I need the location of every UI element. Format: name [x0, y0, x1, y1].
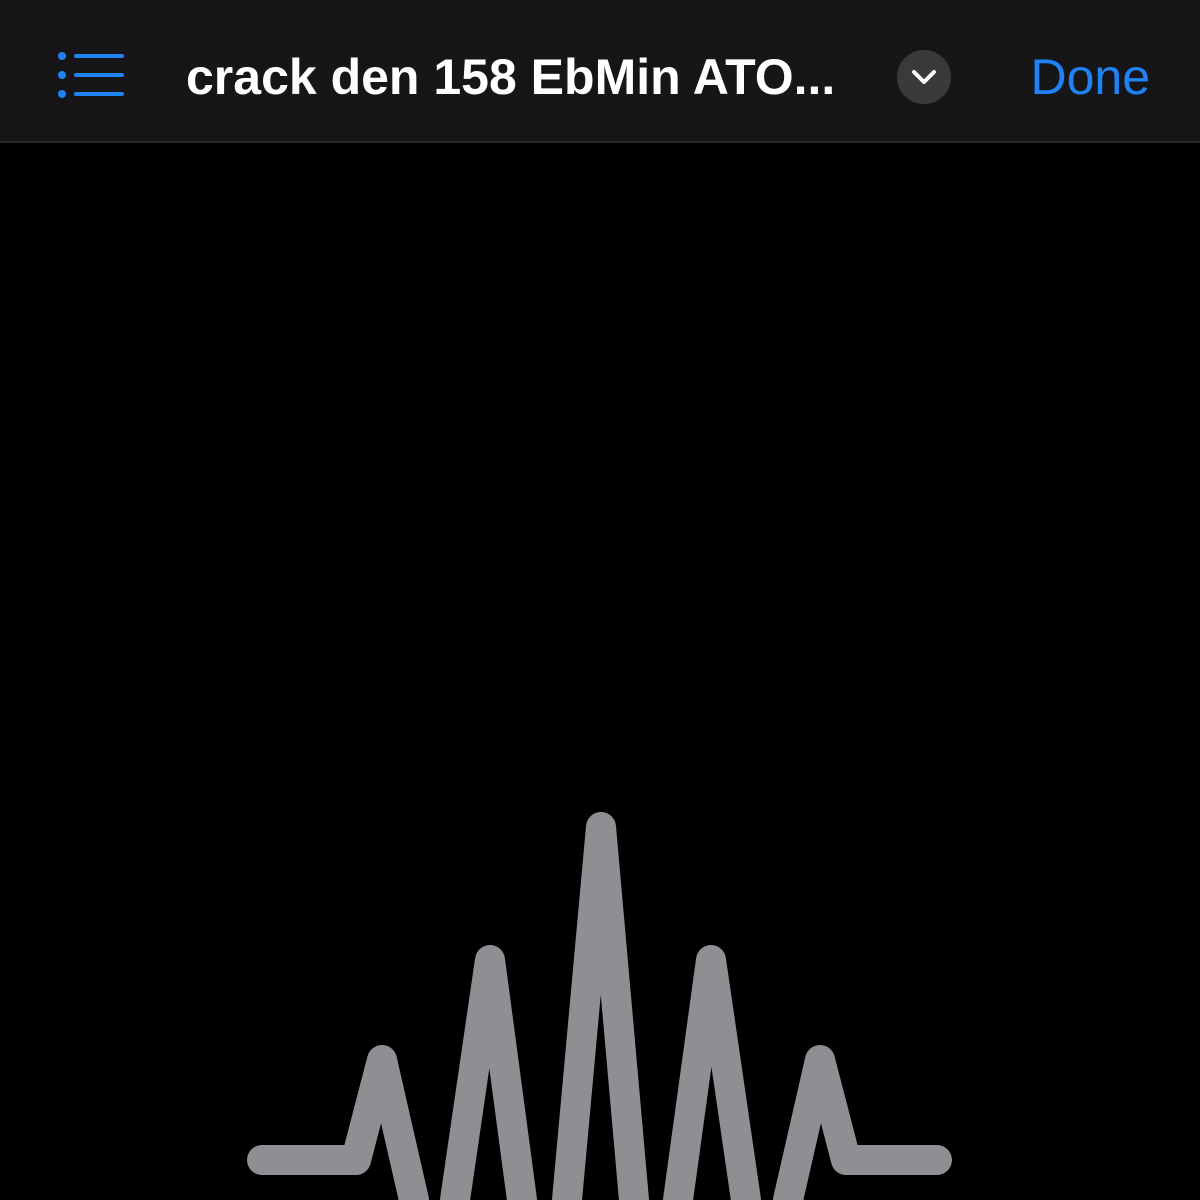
audio-waveform-icon: [247, 812, 952, 1200]
chevron-down-icon: [912, 70, 936, 84]
list-bullet-icon: [58, 52, 124, 98]
document-title[interactable]: crack den 158 EbMin ATO...: [186, 44, 876, 110]
content-area: [0, 143, 1200, 1200]
navigation-bar: crack den 158 EbMin ATO... Done: [0, 0, 1200, 143]
screen: crack den 158 EbMin ATO... Done: [0, 0, 1200, 1200]
title-menu-button[interactable]: [897, 50, 951, 104]
list-button[interactable]: [48, 42, 132, 108]
done-button[interactable]: Done: [1030, 44, 1150, 110]
